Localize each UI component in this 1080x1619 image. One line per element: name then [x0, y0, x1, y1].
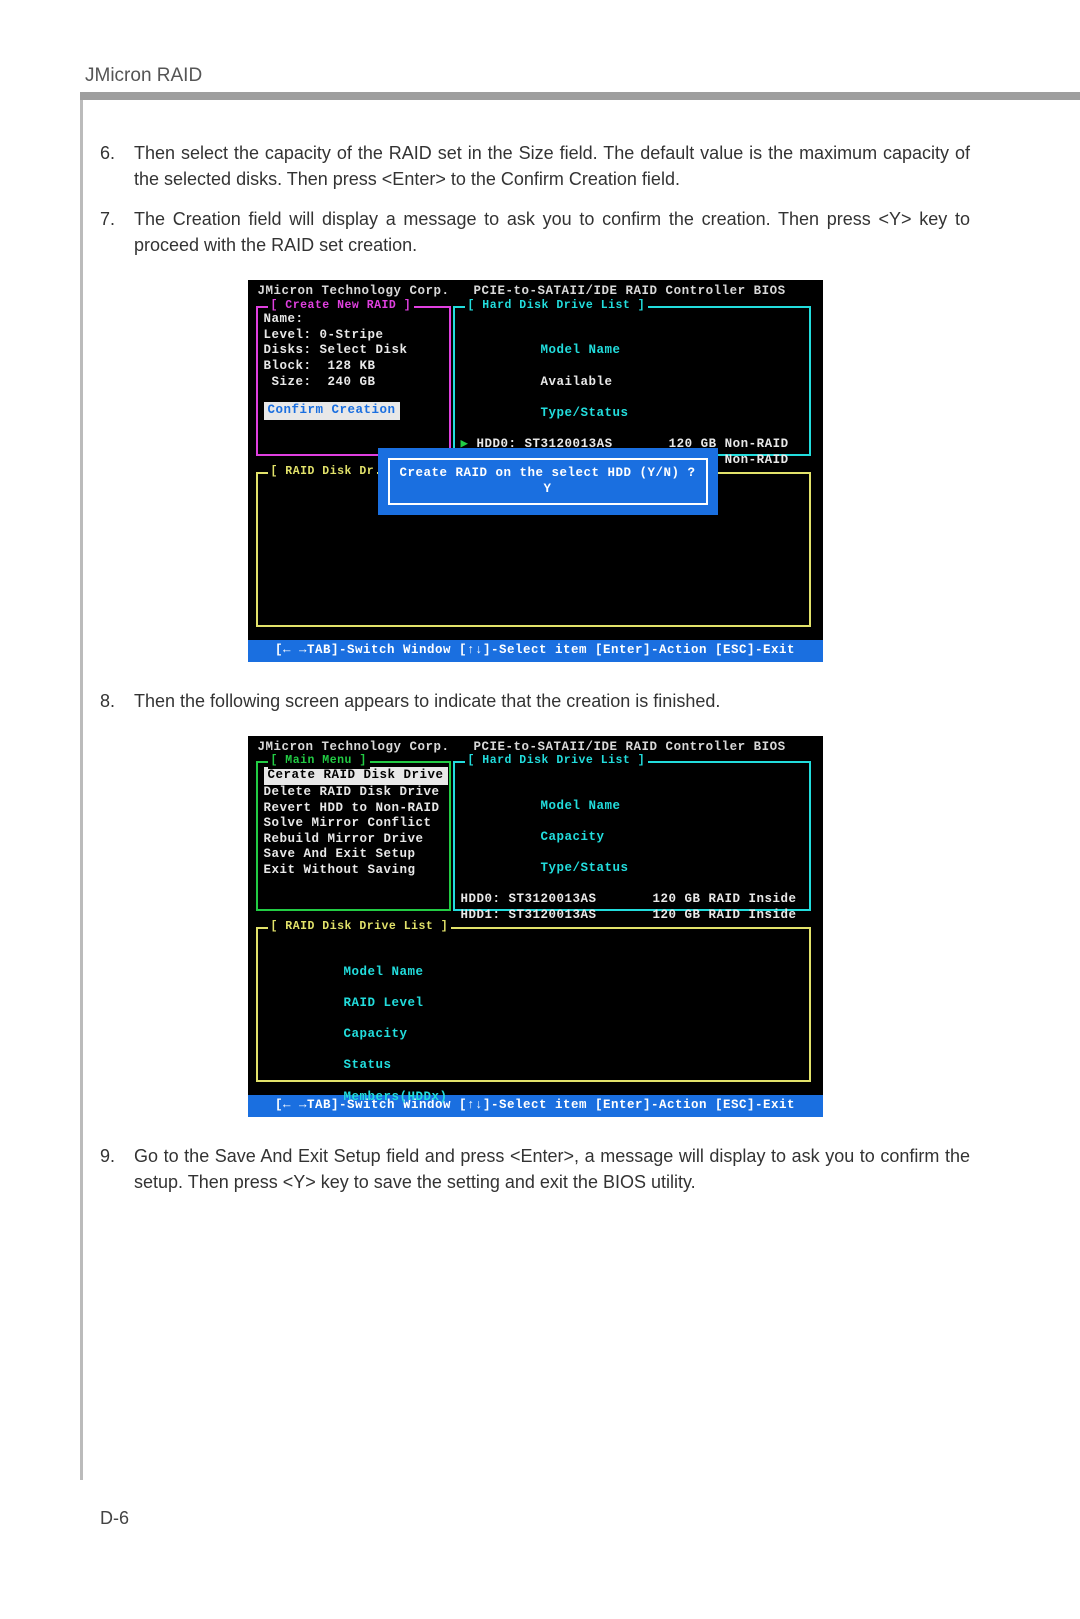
page-content: 6. Then select the capacity of the RAID …: [100, 140, 970, 1209]
instruction-list: 9. Go to the Save And Exit Setup field a…: [100, 1143, 970, 1195]
hdd-list-panel: [ Hard Disk Drive List ] Model Name Capa…: [453, 761, 811, 911]
create-new-raid-panel: [ Create New RAID ] Name: Level: 0-Strip…: [256, 306, 451, 456]
step-number: 7.: [100, 206, 134, 258]
main-menu-panel: [ Main Menu ] Cerate RAID Disk Drive Del…: [256, 761, 451, 911]
bios-title: JMicron Technology Corp. PCIE-to-SATAII/…: [248, 280, 823, 300]
menu-item-revert[interactable]: Revert HDD to Non-RAID: [264, 801, 443, 817]
col-model: Model Name: [541, 343, 621, 357]
header-rule: [80, 92, 1080, 100]
step-text: Then select the capacity of the RAID set…: [134, 140, 970, 192]
instruction-list: 6. Then select the capacity of the RAID …: [100, 140, 970, 258]
step-number: 6.: [100, 140, 134, 192]
col-capacity: Capacity: [541, 830, 605, 844]
col-capacity: Capacity: [344, 1027, 408, 1041]
panel-legend: [ Main Menu ]: [268, 754, 370, 768]
menu-item-solve-mirror[interactable]: Solve Mirror Conflict: [264, 816, 443, 832]
hdd-header: Model Name Capacity Type/Status: [461, 767, 803, 892]
panel-legend: [ RAID Disk Drive List ]: [268, 920, 452, 934]
panel-legend: [ Hard Disk Drive List ]: [465, 754, 649, 768]
instruction-list: 8. Then the following screen appears to …: [100, 688, 970, 714]
raid-header: Model Name RAID Level Capacity Status Me…: [264, 933, 803, 1117]
panel-legend: [ Create New RAID ]: [268, 299, 415, 313]
panel-legend: [ RAID Disk Dr: [268, 465, 378, 479]
step-text: Then the following screen appears to ind…: [134, 688, 970, 714]
step-9: 9. Go to the Save And Exit Setup field a…: [100, 1143, 970, 1195]
page-number: D-6: [100, 1508, 129, 1529]
raid-disk-drive-panel: [ RAID Disk Drive List ] Model Name RAID…: [256, 927, 811, 1082]
step-7: 7. The Creation field will display a mes…: [100, 206, 970, 258]
col-available: Available: [541, 375, 613, 389]
confirm-dialog: Create RAID on the select HDD (Y/N) ? Y: [378, 448, 718, 515]
col-status: Status: [344, 1058, 392, 1072]
bios-screenshot-main-menu: JMicron Technology Corp. PCIE-to-SATAII/…: [248, 736, 823, 1117]
col-model: Model Name: [344, 965, 424, 979]
hdd-row-1[interactable]: HDD1: ST3120013AS 120 GB RAID Inside: [461, 908, 803, 924]
menu-item-save-exit[interactable]: Save And Exit Setup: [264, 847, 443, 863]
step-8: 8. Then the following screen appears to …: [100, 688, 970, 714]
bios-body: [ Create New RAID ] Name: Level: 0-Strip…: [248, 300, 823, 640]
field-size: Size: 240 GB: [264, 375, 443, 391]
hdd-header: Model Name Available Type/Status: [461, 312, 803, 437]
menu-item-rebuild[interactable]: Rebuild Mirror Drive: [264, 832, 443, 848]
bios-footer: [← →TAB]-Switch Window [↑↓]-Select item …: [248, 640, 823, 662]
menu-item-create[interactable]: Cerate RAID Disk Drive: [264, 767, 443, 785]
confirm-dialog-text[interactable]: Create RAID on the select HDD (Y/N) ? Y: [388, 458, 708, 505]
confirm-creation-button[interactable]: Confirm Creation: [264, 402, 400, 420]
field-disks: Disks: Select Disk: [264, 343, 443, 359]
menu-item-exit-no-save[interactable]: Exit Without Saving: [264, 863, 443, 879]
panel-legend: [ Hard Disk Drive List ]: [465, 299, 649, 313]
hdd-row-0[interactable]: HDD0: ST3120013AS 120 GB RAID Inside: [461, 892, 803, 908]
hdd-list-panel: [ Hard Disk Drive List ] Model Name Avai…: [453, 306, 811, 456]
step-6: 6. Then select the capacity of the RAID …: [100, 140, 970, 192]
field-block: Block: 128 KB: [264, 359, 443, 375]
step-number: 9.: [100, 1143, 134, 1195]
step-number: 8.: [100, 688, 134, 714]
side-rule: [80, 100, 83, 1480]
col-level: RAID Level: [344, 996, 424, 1010]
field-level: Level: 0-Stripe: [264, 328, 443, 344]
col-type: Type/Status: [541, 406, 629, 420]
menu-item-delete[interactable]: Delete RAID Disk Drive: [264, 785, 443, 801]
step-text: The Creation field will display a messag…: [134, 206, 970, 258]
bios-screenshot-create-raid: JMicron Technology Corp. PCIE-to-SATAII/…: [248, 280, 823, 661]
step-text: Go to the Save And Exit Setup field and …: [134, 1143, 970, 1195]
bios-body: [ Main Menu ] Cerate RAID Disk Drive Del…: [248, 755, 823, 1095]
field-name: Name:: [264, 312, 443, 328]
col-type: Type/Status: [541, 861, 629, 875]
col-members: Members(HDDx): [344, 1090, 448, 1104]
bios-title: JMicron Technology Corp. PCIE-to-SATAII/…: [248, 736, 823, 756]
page-header-title: JMicron RAID: [85, 65, 202, 87]
col-model: Model Name: [541, 799, 621, 813]
